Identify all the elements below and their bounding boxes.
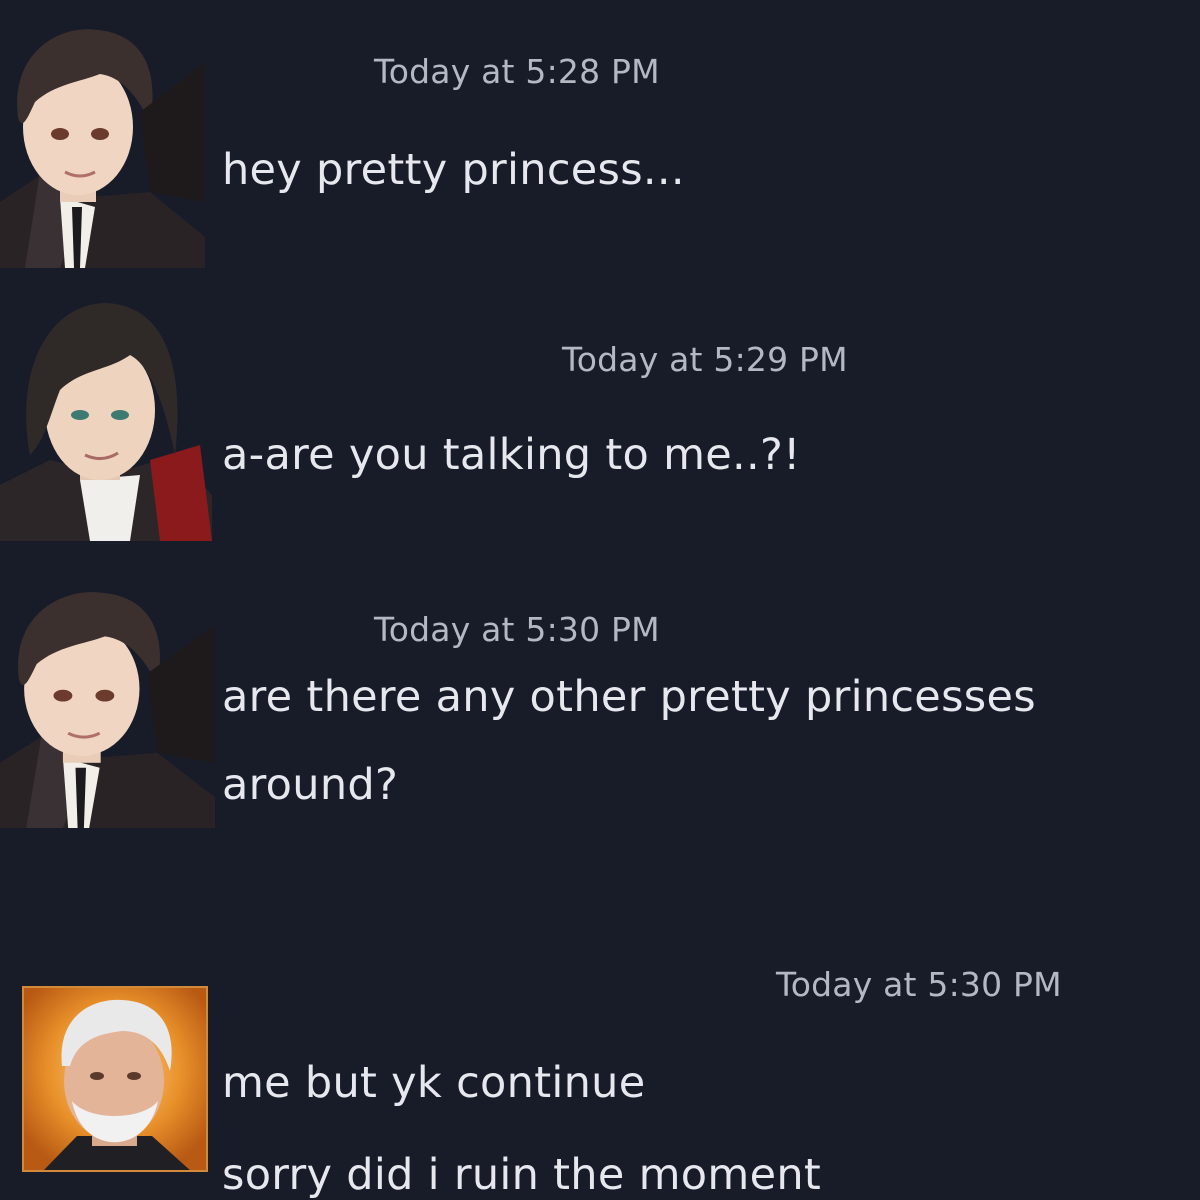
message-timestamp: Today at 5:30 PM [776, 965, 1062, 1004]
message-text: are there any other pretty princesses [222, 672, 1036, 722]
message-text: sorry did i ruin the moment [222, 1150, 822, 1200]
message-timestamp: Today at 5:28 PM [374, 52, 660, 91]
message-text: a-are you talking to me..?! [222, 430, 801, 480]
chat-log: Today at 5:28 PM hey pretty princess... … [0, 0, 1200, 1200]
message-text: around? [222, 760, 399, 810]
white-bearded-man-avatar-icon[interactable] [22, 986, 208, 1172]
dark-haired-man-avatar-icon[interactable] [0, 22, 205, 268]
message-timestamp: Today at 5:30 PM [374, 610, 660, 649]
dark-haired-man-avatar-icon[interactable] [0, 585, 215, 828]
message-timestamp: Today at 5:29 PM [562, 340, 848, 379]
long-haired-man-avatar-icon[interactable] [0, 295, 212, 541]
message-text: hey pretty princess... [222, 145, 685, 195]
message-text: me but yk continue [222, 1058, 646, 1108]
